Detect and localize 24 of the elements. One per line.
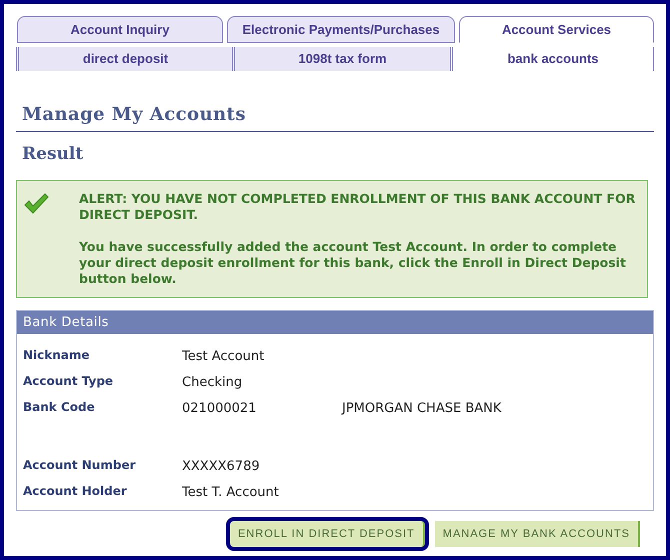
tab[interactable]: Account Inquiry xyxy=(17,16,223,43)
tab[interactable]: Electronic Payments/Purchases xyxy=(227,16,455,43)
section-title: Result xyxy=(21,143,84,166)
field-value: XXXXX6789 xyxy=(182,458,261,476)
field-label: Account Type xyxy=(23,373,114,390)
alert-heading: ALERT: YOU HAVE NOT COMPLETED ENROLLMENT OF THIS BANK ACCOUNT FOR DIRECT DEPOSIT. xyxy=(79,190,636,222)
field-value: 021000021 xyxy=(182,400,258,418)
field-label: Account Number xyxy=(23,457,136,474)
field-value: JPMORGAN CHASE BANK xyxy=(342,400,502,418)
subtab[interactable]: 1098t tax form xyxy=(232,47,450,71)
subtab[interactable]: direct deposit xyxy=(16,47,232,71)
checkmark-icon xyxy=(23,192,49,214)
button[interactable]: MANAGE MY BANK ACCOUNTS xyxy=(434,521,640,547)
field-value: Test Account xyxy=(182,348,266,366)
field-value: Checking xyxy=(182,374,244,392)
field-label: Bank Code xyxy=(23,399,96,416)
field-label: Account Holder xyxy=(23,483,128,500)
field-label: Nickname xyxy=(23,347,91,364)
page-title: Manage My Accounts xyxy=(22,103,247,127)
subtab[interactable]: bank accounts xyxy=(450,47,654,71)
field-value: Test T. Account xyxy=(182,484,280,502)
tab[interactable]: Account Services xyxy=(459,16,654,43)
alert-message: You have successfully added the account Test Account. In order to complete your direct deposit enrollment for this bank, click the Enroll in Direct Deposit button below. xyxy=(79,238,627,286)
panel-header: Bank Details xyxy=(17,310,653,334)
